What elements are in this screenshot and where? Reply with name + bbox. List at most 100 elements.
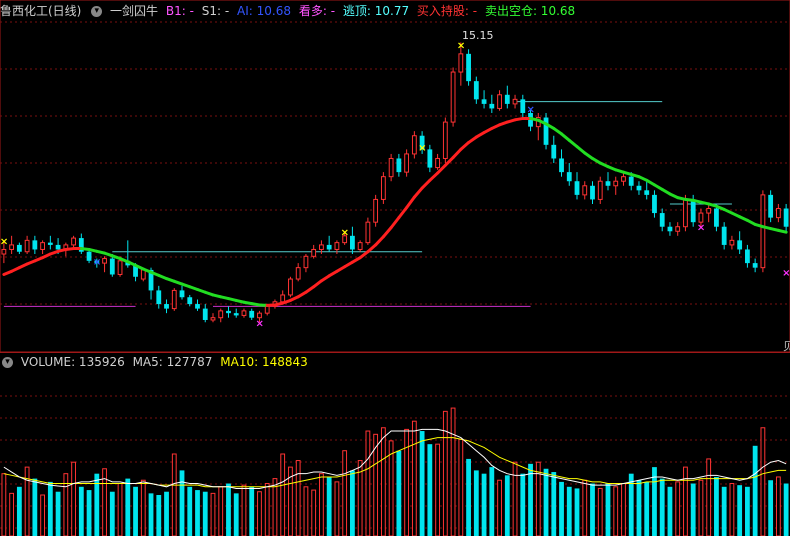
volume-bar <box>396 450 402 536</box>
volume-bar <box>319 473 324 536</box>
ma-segment <box>459 141 471 151</box>
candle <box>334 242 340 250</box>
volume-bar <box>9 492 15 536</box>
candle <box>652 194 657 214</box>
ma-segment <box>389 216 401 230</box>
candle <box>218 310 224 319</box>
candle <box>466 53 471 82</box>
volume-bar <box>489 467 495 536</box>
candle <box>768 194 774 218</box>
candle <box>512 98 518 105</box>
candle <box>737 240 743 250</box>
candle <box>109 258 115 275</box>
volume-bar <box>528 463 533 536</box>
candle <box>9 244 15 250</box>
volume-bar <box>311 489 317 536</box>
signal-marker: × <box>457 41 465 52</box>
ma-segment <box>405 195 416 210</box>
candle <box>388 157 394 178</box>
ma-segment <box>776 228 788 234</box>
volume-bar <box>775 476 781 536</box>
signal-markers: × × × × × × × × × <box>0 41 790 330</box>
volume-bars <box>1 407 789 536</box>
volume-bar <box>752 445 758 536</box>
volume-bar <box>187 486 193 536</box>
volume-bar <box>466 458 471 536</box>
volume-bar <box>226 483 231 536</box>
candle <box>179 290 185 298</box>
candle <box>690 199 696 223</box>
volume-bar <box>745 486 750 536</box>
volume-bar <box>566 486 572 536</box>
ma10-value: MA10: 148843 <box>220 355 308 369</box>
candle <box>55 244 61 250</box>
volume-bar <box>520 473 526 536</box>
volume-bar <box>264 483 270 536</box>
ma-segment <box>567 138 579 149</box>
volume-bar <box>721 486 727 536</box>
volume-bar <box>729 483 735 536</box>
candle <box>226 310 231 314</box>
volume-bar <box>55 491 61 536</box>
candle <box>659 213 665 227</box>
kline-chart[interactable]: × × × × × × × × × 15.15 贝 <box>0 0 790 536</box>
volume-bar <box>411 420 417 536</box>
volume-ma5-line <box>3 428 787 489</box>
volume-bar <box>613 486 619 536</box>
volume-bar <box>350 470 355 536</box>
volume-bar <box>202 491 208 536</box>
candle <box>171 289 177 310</box>
signal-marker: × <box>782 268 790 279</box>
candle <box>714 208 719 227</box>
candle <box>249 310 255 318</box>
volume-bar <box>171 453 177 536</box>
volume-bar <box>179 470 185 536</box>
volume-bar <box>768 480 774 536</box>
candle <box>427 149 433 168</box>
volume-bar <box>543 468 549 536</box>
volume-bar <box>125 478 131 536</box>
volume-bar <box>249 486 255 536</box>
candle <box>760 194 766 269</box>
candle <box>504 94 510 104</box>
volume-bar <box>380 427 386 536</box>
candle <box>233 313 239 316</box>
candle <box>210 317 216 321</box>
candle <box>706 208 712 214</box>
candle <box>458 53 464 73</box>
volume-bar <box>497 479 502 536</box>
volume-ma-lines <box>3 428 787 489</box>
volume-bar <box>117 483 123 536</box>
candle <box>365 221 371 244</box>
candle <box>24 239 30 253</box>
volume-bar <box>574 488 580 536</box>
candle <box>40 242 45 250</box>
candle <box>47 242 53 245</box>
volume-bar <box>78 486 84 536</box>
volume-bar <box>156 495 162 536</box>
candle <box>473 81 479 100</box>
signal-marker: × <box>255 318 263 329</box>
candle <box>551 144 557 159</box>
candle <box>520 99 526 113</box>
candle <box>396 158 402 173</box>
volume-bar <box>71 461 76 536</box>
candle <box>117 260 123 275</box>
volume-menu-icon[interactable]: ▾ <box>2 357 13 368</box>
volume-bar <box>481 473 487 536</box>
volume-bar <box>86 490 92 536</box>
candle <box>597 180 603 200</box>
candle <box>16 244 22 252</box>
volume-bar <box>148 493 154 536</box>
candle <box>280 294 286 303</box>
volume-bar <box>164 491 169 536</box>
volume-bar <box>551 472 557 536</box>
candle <box>373 198 379 223</box>
volume-bar <box>303 486 309 536</box>
volume-bar <box>210 492 216 536</box>
candle <box>156 290 162 305</box>
volume-bar <box>597 487 603 536</box>
signal-marker: × <box>697 223 705 234</box>
volume-bar <box>295 460 301 536</box>
volume-bar <box>32 478 38 536</box>
